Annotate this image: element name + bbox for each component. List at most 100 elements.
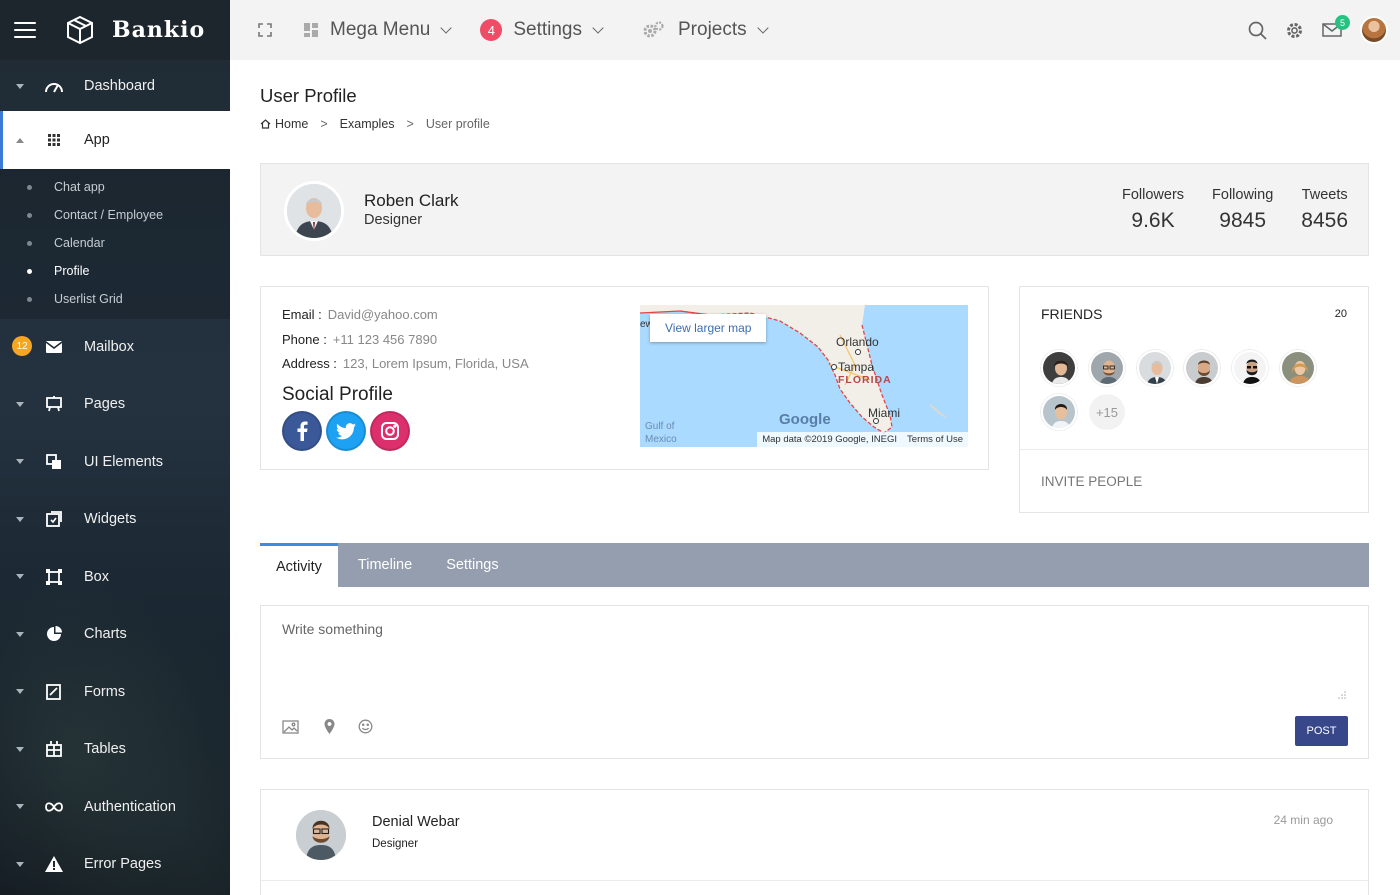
settings-dropdown[interactable]: 4 Settings [480, 0, 604, 60]
sidebar: Bankio Dashboard App Chat app Contact / … [0, 0, 230, 895]
map-attribution: Map data ©2019 Google, INEGI Terms of Use [757, 432, 968, 447]
post-textarea[interactable] [261, 606, 1368, 701]
friend-avatar[interactable] [1041, 394, 1077, 430]
submenu-item-userlist[interactable]: Userlist Grid [0, 285, 230, 313]
projects-dropdown[interactable]: Projects [642, 0, 769, 60]
tab-timeline[interactable]: Timeline [338, 543, 429, 587]
location-map[interactable]: ew View larger map Orlando Tampa FLORIDA… [640, 305, 968, 447]
settings-count-badge: 4 [480, 19, 503, 41]
social-links [282, 411, 414, 451]
facebook-icon[interactable] [282, 411, 322, 451]
post-author-name[interactable]: Denial Webar [372, 814, 460, 830]
gear-icon[interactable] [1285, 21, 1304, 40]
bullet-icon [27, 268, 32, 274]
stat-value: 9845 [1219, 209, 1267, 232]
topbar: Mega Menu 4 Settings Projects 5 [230, 0, 1400, 60]
envelope-icon[interactable]: 5 [1322, 15, 1350, 37]
profile-tabs: Activity Timeline Settings [260, 543, 1369, 587]
tab-settings[interactable]: Settings [429, 543, 515, 587]
divider [1020, 449, 1368, 450]
profile-name: Roben Clark [364, 191, 459, 210]
sidebar-item-error-pages[interactable]: Error Pages [0, 835, 230, 893]
map-data-credit: Map data ©2019 Google, INEGI [762, 434, 898, 445]
gears-icon [642, 21, 664, 39]
sidebar-item-label: Dashboard [84, 78, 155, 94]
friend-avatar[interactable] [1137, 350, 1173, 386]
page-title: User Profile [260, 85, 357, 106]
more-friends-button[interactable]: +15 [1089, 394, 1125, 430]
resize-handle-icon[interactable] [1338, 691, 1346, 699]
submenu-item-contact[interactable]: Contact / Employee [0, 201, 230, 229]
submenu-item-profile[interactable]: Profile [0, 257, 230, 285]
view-larger-map-button[interactable]: View larger map [650, 314, 767, 342]
stat-tweets: Tweets 8456 [1301, 187, 1348, 233]
map-label-tampa: Tampa [838, 360, 875, 374]
sidebar-item-forms[interactable]: Forms [0, 663, 230, 720]
composer-tools [282, 719, 390, 734]
pie-chart-icon [44, 624, 64, 644]
sidebar-item-label: Tables [84, 741, 126, 757]
brand-bar: Bankio [0, 0, 230, 60]
emoji-icon[interactable] [358, 719, 373, 734]
submenu-label: Chat app [54, 180, 105, 194]
box-icon [44, 567, 64, 587]
bullet-icon [27, 240, 32, 246]
sidebar-item-box[interactable]: Box [0, 548, 230, 605]
friend-avatar[interactable] [1232, 350, 1268, 386]
stat-label: Followers [1121, 187, 1185, 203]
location-pin-icon[interactable] [324, 719, 335, 734]
sidebar-item-dashboard[interactable]: Dashboard [0, 61, 230, 111]
user-avatar[interactable] [1360, 16, 1388, 44]
sidebar-item-pages[interactable]: Pages [0, 375, 230, 433]
invite-people-link[interactable]: INVITE PEOPLE [1041, 474, 1142, 489]
mega-menu-dropdown[interactable]: Mega Menu [304, 0, 453, 60]
google-logo: Google [779, 411, 831, 428]
phone-value[interactable]: +11 123 456 7890 [333, 332, 437, 347]
instagram-icon[interactable] [370, 411, 410, 451]
post-composer: POST [260, 605, 1369, 759]
mail-count-badge: 5 [1335, 15, 1350, 30]
caret-down-icon [16, 574, 24, 579]
submenu-label: Profile [54, 264, 90, 278]
ui-elements-icon [44, 452, 64, 472]
sidebar-item-charts[interactable]: Charts [0, 605, 230, 663]
brand-name[interactable]: Bankio [112, 17, 205, 43]
widgets-icon [44, 509, 64, 529]
friend-avatar[interactable] [1280, 350, 1316, 386]
breadcrumb-separator: > [406, 117, 414, 131]
submenu-item-calendar[interactable]: Calendar [0, 229, 230, 257]
sidebar-item-authentication[interactable]: Authentication [0, 778, 230, 835]
search-icon[interactable] [1248, 21, 1267, 40]
menu-toggle-icon[interactable] [14, 22, 36, 38]
post-timestamp: 24 min ago [1273, 813, 1333, 827]
image-icon[interactable] [282, 719, 299, 734]
sidebar-item-app[interactable]: App [0, 111, 230, 169]
email-value[interactable]: David@yahoo.com [328, 307, 438, 322]
sidebar-item-tables[interactable]: Tables [0, 720, 230, 778]
pages-icon [44, 394, 64, 414]
sidebar-item-label: App [84, 132, 110, 148]
sidebar-item-ui-elements[interactable]: UI Elements [0, 433, 230, 490]
breadcrumb-home[interactable]: Home [275, 117, 308, 131]
map-label-miami: Miami [868, 406, 900, 420]
tab-activity[interactable]: Activity [260, 543, 338, 587]
mail-icon [44, 337, 64, 357]
mega-menu-label: Mega Menu [330, 19, 431, 40]
breadcrumb-examples[interactable]: Examples [340, 117, 395, 131]
bullet-icon [27, 212, 32, 218]
fullscreen-icon[interactable] [258, 23, 272, 37]
submenu-item-chat[interactable]: Chat app [0, 173, 230, 201]
post-author-avatar[interactable] [296, 810, 346, 860]
post-button[interactable]: POST [1295, 716, 1348, 746]
friend-avatar[interactable] [1041, 350, 1077, 386]
friend-avatar[interactable] [1089, 350, 1125, 386]
sidebar-item-widgets[interactable]: Widgets [0, 490, 230, 548]
caret-down-icon [16, 804, 24, 809]
address-row: Address : 123, Lorem Ipsum, Florida, USA [282, 356, 529, 371]
sidebar-item-mailbox[interactable]: 12 Mailbox [0, 319, 230, 375]
contact-info-card: Email : David@yahoo.com Phone : +11 123 45… [260, 286, 989, 470]
friend-avatar[interactable] [1184, 350, 1220, 386]
terms-of-use-link[interactable]: Terms of Use [907, 434, 963, 445]
twitter-icon[interactable] [326, 411, 366, 451]
topbar-actions: 5 [1230, 0, 1388, 60]
